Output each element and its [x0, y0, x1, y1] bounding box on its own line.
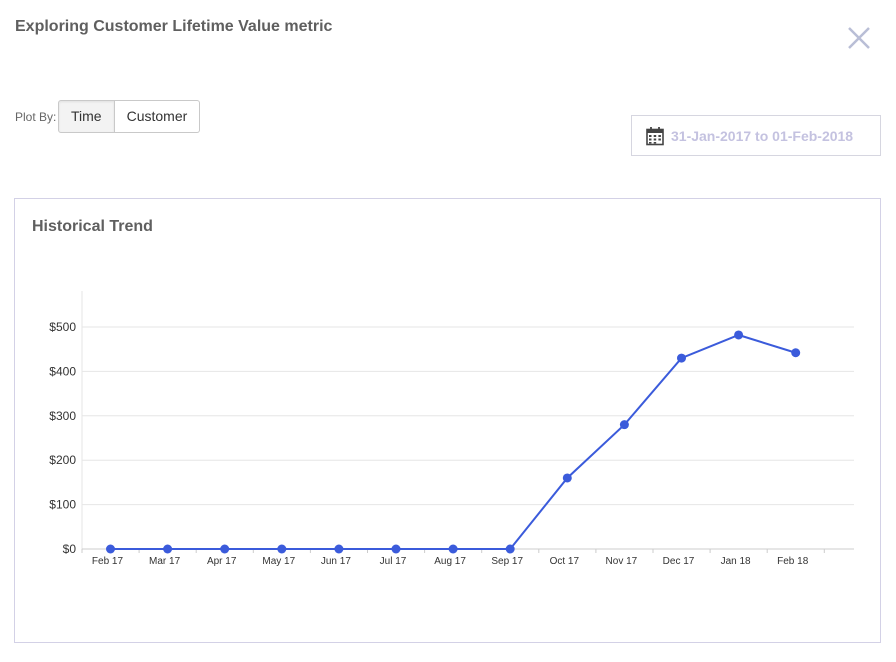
data-point — [448, 544, 458, 554]
historical-trend-card: Historical Trend $0 $100 $200 $300 $400 $500 F… — [14, 198, 881, 643]
x-tick-label: Feb 17 — [92, 556, 124, 567]
x-tick-label: Aug 17 — [434, 556, 466, 567]
x-tick-label: Sep 17 — [491, 556, 523, 567]
data-point — [106, 544, 115, 554]
plot-by-label: Plot By: — [15, 110, 57, 124]
plot-by-customer-button[interactable]: Customer — [114, 100, 201, 133]
series-line — [110, 333, 796, 550]
x-tick-label: Jul 17 — [380, 556, 407, 567]
x-tick-label: Oct 17 — [550, 556, 580, 567]
close-icon[interactable] — [843, 22, 875, 54]
data-point — [677, 353, 686, 363]
data-point — [791, 348, 801, 358]
plot-by-toggle: Time Customer — [58, 100, 201, 133]
data-point — [220, 544, 230, 554]
date-range-text: 31-Jan-2017 to 01-Feb-2018 — [671, 127, 854, 144]
data-point — [163, 544, 173, 554]
x-tick-label: May 17 — [262, 556, 295, 567]
date-range-picker[interactable]: 31-Jan-2017 to 01-Feb-2018 — [631, 115, 881, 156]
y-tick-label: $100 — [49, 498, 76, 512]
calendar-icon — [646, 126, 664, 145]
y-tick-label: $400 — [49, 364, 76, 378]
y-tick-label: $300 — [49, 409, 76, 423]
y-tick-label: $0 — [63, 542, 77, 556]
y-tick-label: $200 — [49, 453, 76, 467]
x-tick-label: Nov 17 — [606, 556, 638, 567]
page-title: Exploring Customer Lifetime Value metric — [15, 18, 333, 35]
data-point — [277, 544, 287, 554]
data-point — [334, 544, 344, 554]
x-tick-label: Feb 18 — [777, 556, 809, 567]
x-tick-label: Apr 17 — [207, 556, 237, 567]
x-tick-label: Jun 17 — [321, 556, 351, 567]
data-point — [391, 544, 401, 554]
data-point — [619, 420, 629, 430]
x-tick-label: Dec 17 — [663, 556, 695, 567]
x-tick-label: Mar 17 — [149, 556, 181, 567]
y-tick-label: $500 — [49, 320, 76, 334]
x-tick-label: Jan 18 — [721, 556, 751, 567]
plot-by-time-button[interactable]: Time — [58, 100, 115, 133]
data-point — [562, 473, 572, 483]
line-chart: $0 $100 $200 $300 $400 $500 Feb 17 Mar 17 Apr 17… — [49, 291, 854, 567]
data-point — [505, 544, 515, 554]
data-point — [734, 330, 744, 340]
